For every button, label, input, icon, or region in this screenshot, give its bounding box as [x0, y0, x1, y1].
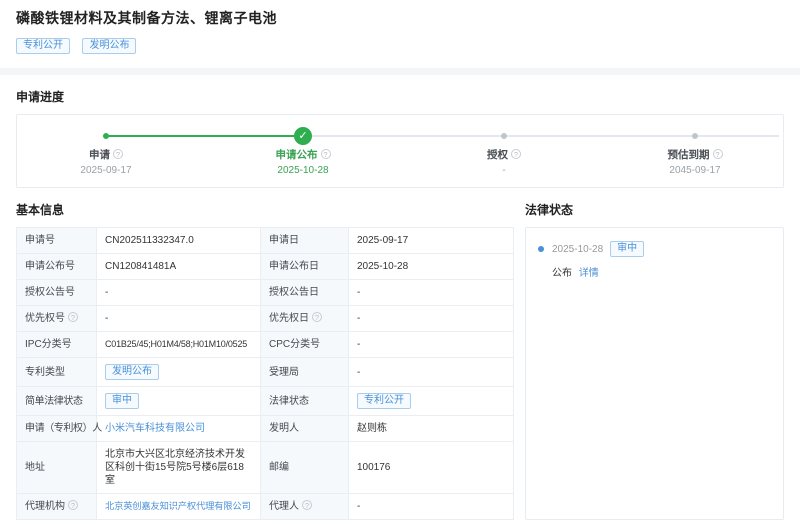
- field-label: 邮编: [261, 442, 349, 494]
- help-icon[interactable]: ?: [713, 149, 723, 159]
- field-value: -: [97, 306, 261, 332]
- address-value: 北京市大兴区北京经济技术开发区科创十街15号院5号楼6层618室: [97, 442, 261, 494]
- legal-status-panel: 2025-10-28 审中 公布 详情: [525, 227, 784, 520]
- bullet-dot-icon: [538, 246, 544, 252]
- patent-open-tag: 专利公开: [16, 38, 70, 54]
- field-label: 优先权日: [269, 313, 309, 324]
- inventor-value: 赵则栋: [349, 416, 514, 442]
- field-value: 2025-10-28: [349, 254, 514, 280]
- step-dot-granted: [501, 133, 507, 139]
- timeline-step-filed: 申请? 2025-09-17: [36, 147, 176, 176]
- table-row: 代理机构? 北京英创嘉友知识产权代理有限公司 代理人? -: [17, 494, 514, 520]
- applicant-link[interactable]: 小米汽车科技有限公司: [105, 423, 205, 434]
- step-dot-filed: [103, 133, 109, 139]
- legal-status-date: 2025-10-28: [552, 244, 603, 255]
- ipc-classification-value: C01B25/45;H01M4/58;H01M10/0525: [97, 332, 261, 358]
- field-label: 授权公告日: [261, 280, 349, 306]
- timeline-step-granted: 授权? -: [434, 147, 574, 176]
- field-value: 2025-09-17: [349, 228, 514, 254]
- field-label: IPC分类号: [17, 332, 97, 358]
- application-progress-timeline: ✓ 申请? 2025-09-17 申请公布? 2025-10-28 授权? - …: [16, 114, 784, 188]
- step-label: 申请公布: [276, 149, 318, 161]
- table-row: 申请（专利权）人 小米汽车科技有限公司 发明人 赵则栋: [17, 416, 514, 442]
- field-label: CPC分类号: [261, 332, 349, 358]
- invention-publication-tag: 发明公布: [82, 38, 136, 54]
- table-row: 简单法律状态 审中 法律状态 专利公开: [17, 387, 514, 416]
- step-date: -: [434, 165, 574, 176]
- table-row: 地址 北京市大兴区北京经济技术开发区科创十街15号院5号楼6层618室 邮编 1…: [17, 442, 514, 494]
- legal-status-action: 公布: [552, 268, 572, 279]
- agency-link[interactable]: 北京英创嘉友知识产权代理有限公司: [105, 501, 251, 511]
- field-value: CN202511332347.0: [97, 228, 261, 254]
- help-icon[interactable]: ?: [302, 500, 312, 510]
- field-label: 简单法律状态: [17, 387, 97, 416]
- timeline-segment-done: [106, 135, 303, 137]
- help-icon[interactable]: ?: [68, 312, 78, 322]
- field-value: -: [349, 358, 514, 387]
- timeline-step-expiry: 预估到期? 2045-09-17: [625, 147, 765, 176]
- timeline-segment-pending: [303, 135, 504, 137]
- check-circle-icon: ✓: [294, 127, 312, 145]
- field-label: 代理机构: [25, 501, 65, 512]
- patent-type-tag: 发明公布: [105, 364, 159, 380]
- field-label: 申请日: [261, 228, 349, 254]
- field-value: -: [349, 306, 514, 332]
- table-row: 专利类型 发明公布 受理局 -: [17, 358, 514, 387]
- timeline-segment-tail: [695, 135, 779, 137]
- field-value: -: [349, 332, 514, 358]
- field-label: 法律状态: [261, 387, 349, 416]
- field-label: 地址: [17, 442, 97, 494]
- table-row: 申请公布号 CN120841481A 申请公布日 2025-10-28: [17, 254, 514, 280]
- step-label: 授权: [487, 149, 508, 161]
- help-icon[interactable]: ?: [511, 149, 521, 159]
- step-dot-expiry: [692, 133, 698, 139]
- table-row: 优先权号? - 优先权日? -: [17, 306, 514, 332]
- field-label: 申请公布号: [17, 254, 97, 280]
- table-row: 授权公告号 - 授权公告日 -: [17, 280, 514, 306]
- step-date: 2045-09-17: [625, 165, 765, 176]
- field-value: CN120841481A: [97, 254, 261, 280]
- legal-status-tag: 专利公开: [357, 393, 411, 409]
- legal-status-section-title: 法律状态: [525, 201, 784, 218]
- help-icon[interactable]: ?: [113, 149, 123, 159]
- field-label: 专利类型: [17, 358, 97, 387]
- field-label: 发明人: [261, 416, 349, 442]
- table-row: IPC分类号 C01B25/45;H01M4/58;H01M10/0525 CP…: [17, 332, 514, 358]
- step-label: 申请: [89, 149, 110, 161]
- help-icon[interactable]: ?: [321, 149, 331, 159]
- field-label: 代理人: [269, 501, 299, 512]
- timeline-step-published: 申请公布? 2025-10-28: [233, 147, 373, 176]
- step-date: 2025-09-17: [36, 165, 176, 176]
- tag-row: 专利公开 发明公布: [16, 37, 784, 55]
- legal-status-detail-link[interactable]: 详情: [579, 268, 599, 279]
- field-label: 受理局: [261, 358, 349, 387]
- timeline-segment-pending: [504, 135, 695, 137]
- field-label: 申请公布日: [261, 254, 349, 280]
- field-value: -: [349, 494, 514, 520]
- field-value: -: [349, 280, 514, 306]
- page-header: 磷酸铁锂材料及其制备方法、锂离子电池 专利公开 发明公布: [0, 0, 800, 55]
- basic-info-table: 申请号 CN202511332347.0 申请日 2025-09-17 申请公布…: [16, 227, 514, 520]
- page-title: 磷酸铁锂材料及其制备方法、锂离子电池: [16, 8, 784, 28]
- progress-section-title: 申请进度: [16, 88, 784, 105]
- simple-legal-status-tag: 审中: [105, 393, 139, 409]
- section-divider: [0, 68, 800, 75]
- postcode-value: 100176: [349, 442, 514, 494]
- field-value: -: [97, 280, 261, 306]
- field-label: 申请（专利权）人: [17, 416, 97, 442]
- field-label: 申请号: [17, 228, 97, 254]
- table-row: 申请号 CN202511332347.0 申请日 2025-09-17: [17, 228, 514, 254]
- legal-status-item-tag: 审中: [610, 241, 644, 257]
- field-label: 优先权号: [25, 313, 65, 324]
- field-label: 授权公告号: [17, 280, 97, 306]
- step-date: 2025-10-28: [233, 165, 373, 176]
- step-label: 预估到期: [668, 149, 710, 161]
- help-icon[interactable]: ?: [68, 500, 78, 510]
- help-icon[interactable]: ?: [312, 312, 322, 322]
- basic-info-section-title: 基本信息: [16, 201, 513, 218]
- legal-status-item: 2025-10-28 审中: [538, 241, 771, 257]
